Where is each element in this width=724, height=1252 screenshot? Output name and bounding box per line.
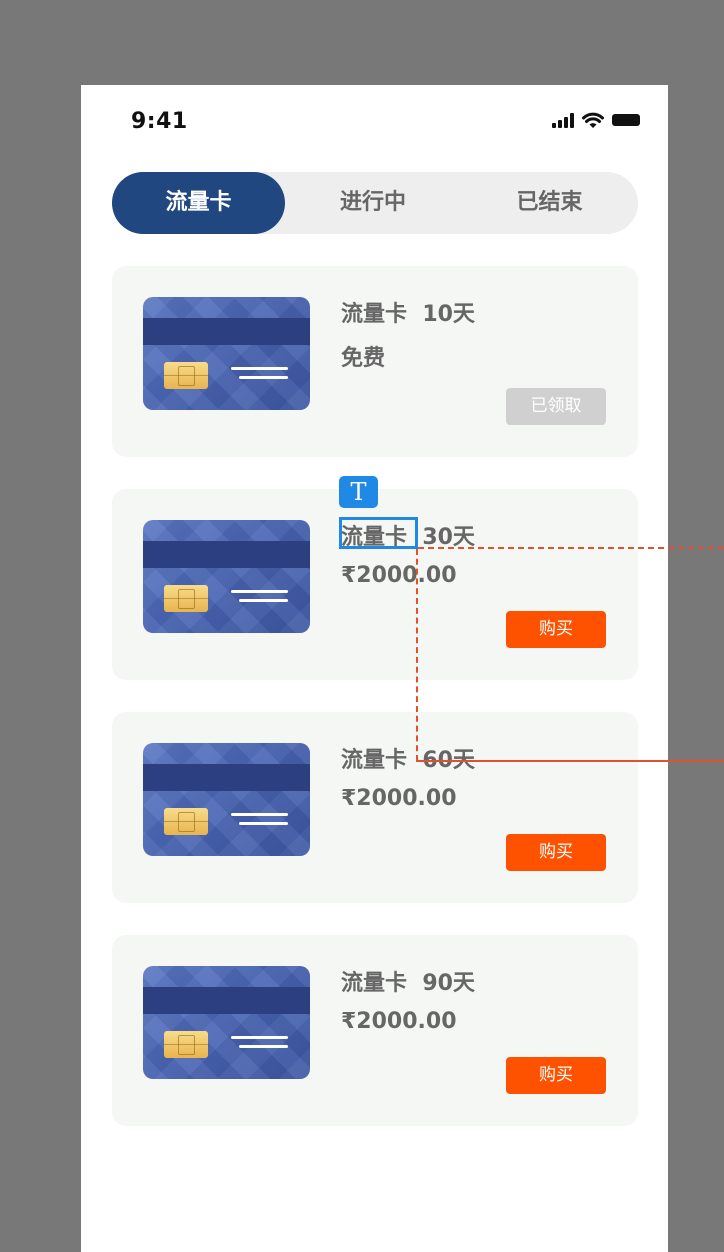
tab-ended[interactable]: 已结束 bbox=[461, 172, 638, 234]
list-item: 流量卡 10天 免费 已领取 bbox=[112, 266, 638, 457]
card-image bbox=[143, 520, 310, 633]
item-price: 免费 bbox=[341, 346, 386, 371]
buy-button[interactable]: 购买 bbox=[506, 1057, 606, 1094]
claimed-button[interactable]: 已领取 bbox=[506, 388, 606, 425]
buy-button[interactable]: 购买 bbox=[506, 611, 606, 648]
item-price: ₹2000.00 bbox=[341, 1009, 457, 1034]
text-tool-icon[interactable]: T bbox=[339, 476, 378, 508]
item-price: ₹2000.00 bbox=[341, 786, 457, 811]
status-time: 9:41 bbox=[131, 109, 188, 134]
selection-box[interactable] bbox=[339, 517, 418, 549]
guide-line bbox=[418, 547, 724, 549]
status-icons bbox=[552, 111, 640, 129]
item-title: 流量卡 10天 bbox=[341, 302, 475, 327]
item-title: 流量卡 60天 bbox=[341, 748, 475, 773]
list-item: 流量卡 90天 ₹2000.00 购买 bbox=[112, 935, 638, 1126]
buy-button[interactable]: 购买 bbox=[506, 834, 606, 871]
item-price: ₹2000.00 bbox=[341, 563, 457, 588]
card-image bbox=[143, 966, 310, 1079]
tab-bar: 流量卡 进行中 已结束 bbox=[112, 172, 638, 234]
phone-screen: 9:41 流量卡 进行中 已结束 流量卡 10天 免费 已领取 流量卡 30天 … bbox=[81, 85, 668, 1252]
guide-line bbox=[416, 549, 418, 761]
list-item: 流量卡 60天 ₹2000.00 购买 bbox=[112, 712, 638, 903]
guide-line bbox=[416, 760, 724, 762]
item-title: 流量卡 90天 bbox=[341, 971, 475, 996]
signal-icon bbox=[552, 112, 574, 128]
wifi-icon bbox=[582, 112, 604, 128]
card-image bbox=[143, 743, 310, 856]
tab-traffic-card[interactable]: 流量卡 bbox=[112, 172, 285, 234]
card-image bbox=[143, 297, 310, 410]
battery-icon bbox=[612, 114, 640, 126]
tab-in-progress[interactable]: 进行中 bbox=[285, 172, 461, 234]
